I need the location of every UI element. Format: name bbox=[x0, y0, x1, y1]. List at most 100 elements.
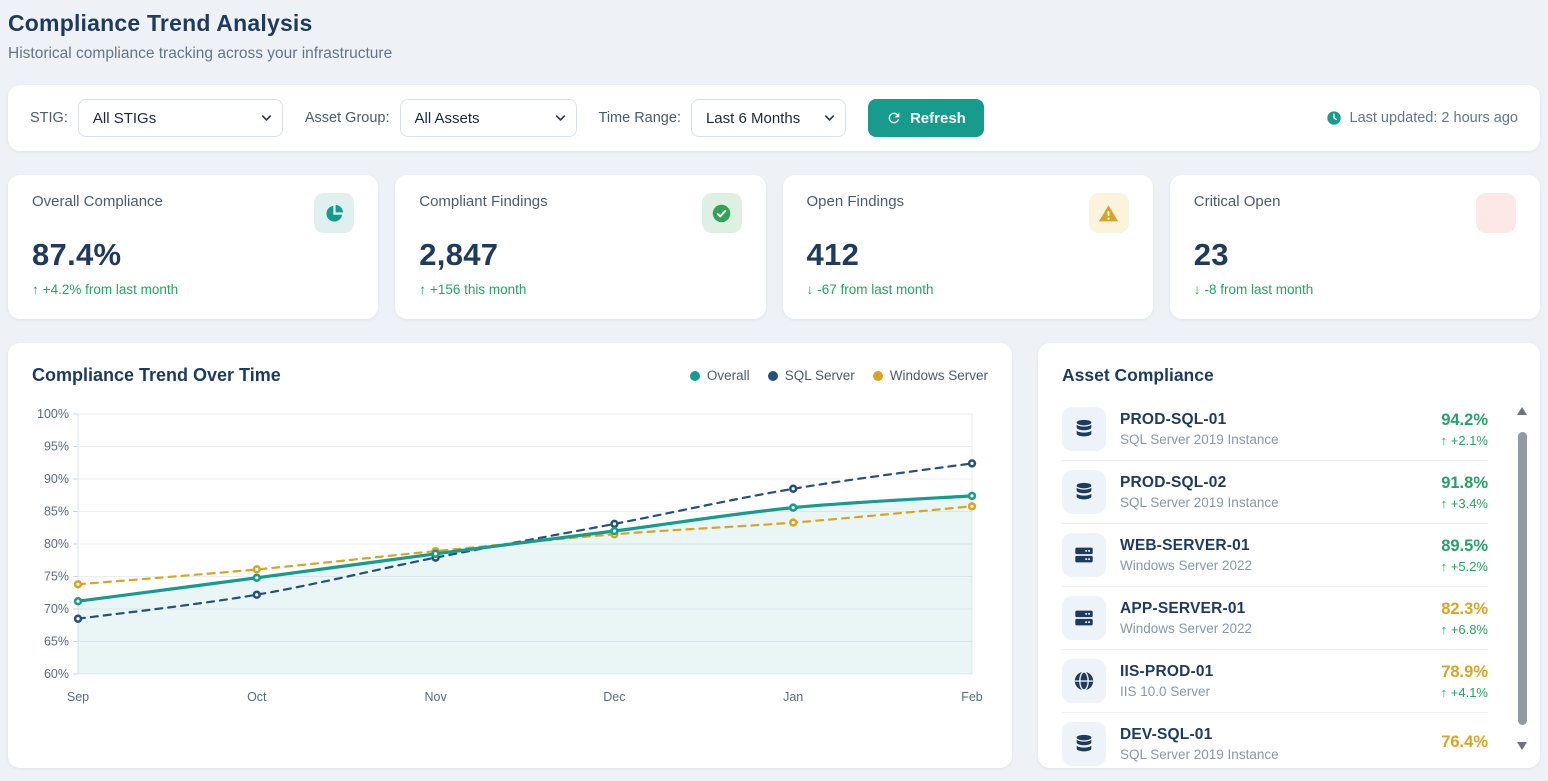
stat-trend: ↑ +4.2% from last month bbox=[32, 282, 354, 297]
main-content: Compliance Trend Over Time Overall SQL Se… bbox=[8, 343, 1540, 768]
chart-title: Compliance Trend Over Time bbox=[32, 365, 281, 386]
legend-item-sql-server[interactable]: SQL Server bbox=[768, 368, 855, 383]
asset-description: SQL Server 2019 Instance bbox=[1120, 747, 1427, 762]
stat-trend-text: +4.2% from last month bbox=[43, 282, 178, 297]
chart-header: Compliance Trend Over Time Overall SQL Se… bbox=[32, 365, 988, 386]
refresh-button-label: Refresh bbox=[910, 110, 966, 127]
asset-row-prod-sql-01[interactable]: PROD-SQL-01 SQL Server 2019 Instance 94.… bbox=[1062, 398, 1488, 461]
refresh-button[interactable]: Refresh bbox=[868, 99, 984, 137]
filter-bar: STIG: All STIGs Asset Group: All Assets … bbox=[8, 85, 1540, 151]
legend-dot bbox=[690, 371, 700, 381]
asset-panel-title: Asset Compliance bbox=[1062, 365, 1516, 386]
asset-row-web-server-01[interactable]: WEB-SERVER-01 Windows Server 2022 89.5% … bbox=[1062, 524, 1488, 587]
asset-trend: ↑ +6.8% bbox=[1441, 622, 1488, 637]
asset-row-iis-prod-01[interactable]: IIS-PROD-01 IIS 10.0 Server 78.9% ↑ +4.1… bbox=[1062, 650, 1488, 713]
svg-text:90%: 90% bbox=[44, 472, 69, 486]
stat-card-critical-open: Critical Open 23 ↓ -8 from last month bbox=[1170, 175, 1540, 319]
asset-trend: ↑ +3.4% bbox=[1441, 496, 1488, 511]
svg-text:70%: 70% bbox=[44, 602, 69, 616]
svg-text:65%: 65% bbox=[44, 635, 69, 649]
stat-trend-text: -67 from last month bbox=[817, 282, 933, 297]
warning-triangle-icon bbox=[1089, 193, 1129, 233]
asset-info: DEV-SQL-01 SQL Server 2019 Instance bbox=[1120, 726, 1427, 762]
svg-text:Feb: Feb bbox=[961, 690, 983, 704]
asset-description: SQL Server 2019 Instance bbox=[1120, 432, 1427, 447]
page-title: Compliance Trend Analysis bbox=[8, 10, 1540, 37]
asset-trend: ↑ +2.1% bbox=[1441, 433, 1488, 448]
stat-trend-text: +156 this month bbox=[430, 282, 526, 297]
asset-metrics: 76.4% bbox=[1441, 733, 1488, 755]
svg-text:Sep: Sep bbox=[67, 690, 89, 704]
asset-list: PROD-SQL-01 SQL Server 2019 Instance 94.… bbox=[1062, 398, 1488, 768]
svg-text:85%: 85% bbox=[44, 505, 69, 519]
asset-trend-text: +5.2% bbox=[1451, 559, 1488, 574]
asset-compliance-panel: Asset Compliance PROD-SQL-01 SQL Server … bbox=[1038, 343, 1540, 768]
trend-up-icon: ↑ bbox=[1441, 622, 1448, 637]
stat-value: 2,847 bbox=[419, 237, 741, 273]
scrollbar-thumb[interactable] bbox=[1518, 432, 1527, 725]
stig-filter-label: STIG: bbox=[30, 110, 68, 126]
trend-up-icon: ↑ bbox=[1441, 496, 1448, 511]
trend-down-icon: ↓ bbox=[1194, 282, 1201, 297]
scrollbar-down-arrow-icon[interactable] bbox=[1517, 742, 1527, 750]
last-updated: Last updated: 2 hours ago bbox=[1326, 110, 1519, 126]
asset-row-prod-sql-02[interactable]: PROD-SQL-02 SQL Server 2019 Instance 91.… bbox=[1062, 461, 1488, 524]
stat-card-compliant-findings: Compliant Findings 2,847 ↑ +156 this mon… bbox=[395, 175, 765, 319]
asset-row-dev-sql-01[interactable]: DEV-SQL-01 SQL Server 2019 Instance 76.4… bbox=[1062, 713, 1488, 768]
asset-compliance-value: 82.3% bbox=[1441, 600, 1488, 619]
asset-group-filter-label: Asset Group: bbox=[305, 110, 390, 126]
legend-item-windows-server[interactable]: Windows Server bbox=[873, 368, 988, 383]
asset-description: SQL Server 2019 Instance bbox=[1120, 495, 1427, 510]
asset-name: PROD-SQL-01 bbox=[1120, 411, 1427, 429]
database-icon bbox=[1062, 470, 1106, 514]
asset-compliance-value: 76.4% bbox=[1441, 733, 1488, 752]
asset-row-app-server-01[interactable]: APP-SERVER-01 Windows Server 2022 82.3% … bbox=[1062, 587, 1488, 650]
compliance-trend-chart-card: Compliance Trend Over Time Overall SQL Se… bbox=[8, 343, 1012, 768]
legend-item-overall[interactable]: Overall bbox=[690, 368, 750, 383]
svg-text:Nov: Nov bbox=[424, 690, 447, 704]
trend-down-icon: ↓ bbox=[807, 282, 814, 297]
asset-name: IIS-PROD-01 bbox=[1120, 663, 1427, 681]
asset-description: Windows Server 2022 bbox=[1120, 558, 1427, 573]
page-subtitle: Historical compliance tracking across yo… bbox=[8, 45, 1540, 63]
asset-description: IIS 10.0 Server bbox=[1120, 684, 1427, 699]
stat-label: Open Findings bbox=[807, 193, 905, 210]
time-range-filter-label: Time Range: bbox=[599, 110, 681, 126]
svg-text:Oct: Oct bbox=[247, 690, 267, 704]
asset-trend-text: +4.1% bbox=[1451, 685, 1488, 700]
stig-filter-group: STIG: All STIGs bbox=[30, 99, 283, 137]
stat-card-overall-compliance: Overall Compliance 87.4% ↑ +4.2% from la… bbox=[8, 175, 378, 319]
stat-value: 23 bbox=[1194, 237, 1516, 273]
asset-group-select[interactable]: All Assets bbox=[400, 99, 577, 137]
last-updated-text: Last updated: 2 hours ago bbox=[1350, 110, 1519, 126]
asset-metrics: 89.5% ↑ +5.2% bbox=[1441, 537, 1488, 574]
check-circle-icon bbox=[702, 193, 742, 233]
svg-text:75%: 75% bbox=[44, 570, 69, 584]
asset-info: IIS-PROD-01 IIS 10.0 Server bbox=[1120, 663, 1427, 699]
stats-row: Overall Compliance 87.4% ↑ +4.2% from la… bbox=[8, 175, 1540, 319]
trend-up-icon: ↑ bbox=[1441, 685, 1448, 700]
stat-trend-text: -8 from last month bbox=[1205, 282, 1314, 297]
time-range-select[interactable]: Last 6 Months bbox=[691, 99, 846, 137]
asset-trend-text: +3.4% bbox=[1451, 496, 1488, 511]
stig-select[interactable]: All STIGs bbox=[78, 99, 283, 137]
asset-info: PROD-SQL-02 SQL Server 2019 Instance bbox=[1120, 474, 1427, 510]
asset-compliance-value: 89.5% bbox=[1441, 537, 1488, 556]
asset-compliance-value: 78.9% bbox=[1441, 663, 1488, 682]
asset-info: WEB-SERVER-01 Windows Server 2022 bbox=[1120, 537, 1427, 573]
trend-up-icon: ↑ bbox=[1441, 433, 1448, 448]
asset-compliance-value: 91.8% bbox=[1441, 474, 1488, 493]
stat-value: 412 bbox=[807, 237, 1129, 273]
svg-text:Dec: Dec bbox=[603, 690, 625, 704]
legend-dot bbox=[768, 371, 778, 381]
svg-text:95%: 95% bbox=[44, 440, 69, 454]
asset-metrics: 82.3% ↑ +6.8% bbox=[1441, 600, 1488, 637]
scrollbar-up-arrow-icon[interactable] bbox=[1517, 407, 1527, 415]
asset-description: Windows Server 2022 bbox=[1120, 621, 1427, 636]
server-icon bbox=[1062, 596, 1106, 640]
svg-text:80%: 80% bbox=[44, 537, 69, 551]
critical-icon bbox=[1476, 193, 1516, 233]
stat-trend: ↓ -8 from last month bbox=[1194, 282, 1516, 297]
asset-list-scrollbar bbox=[1516, 407, 1528, 750]
stat-label: Critical Open bbox=[1194, 193, 1281, 210]
